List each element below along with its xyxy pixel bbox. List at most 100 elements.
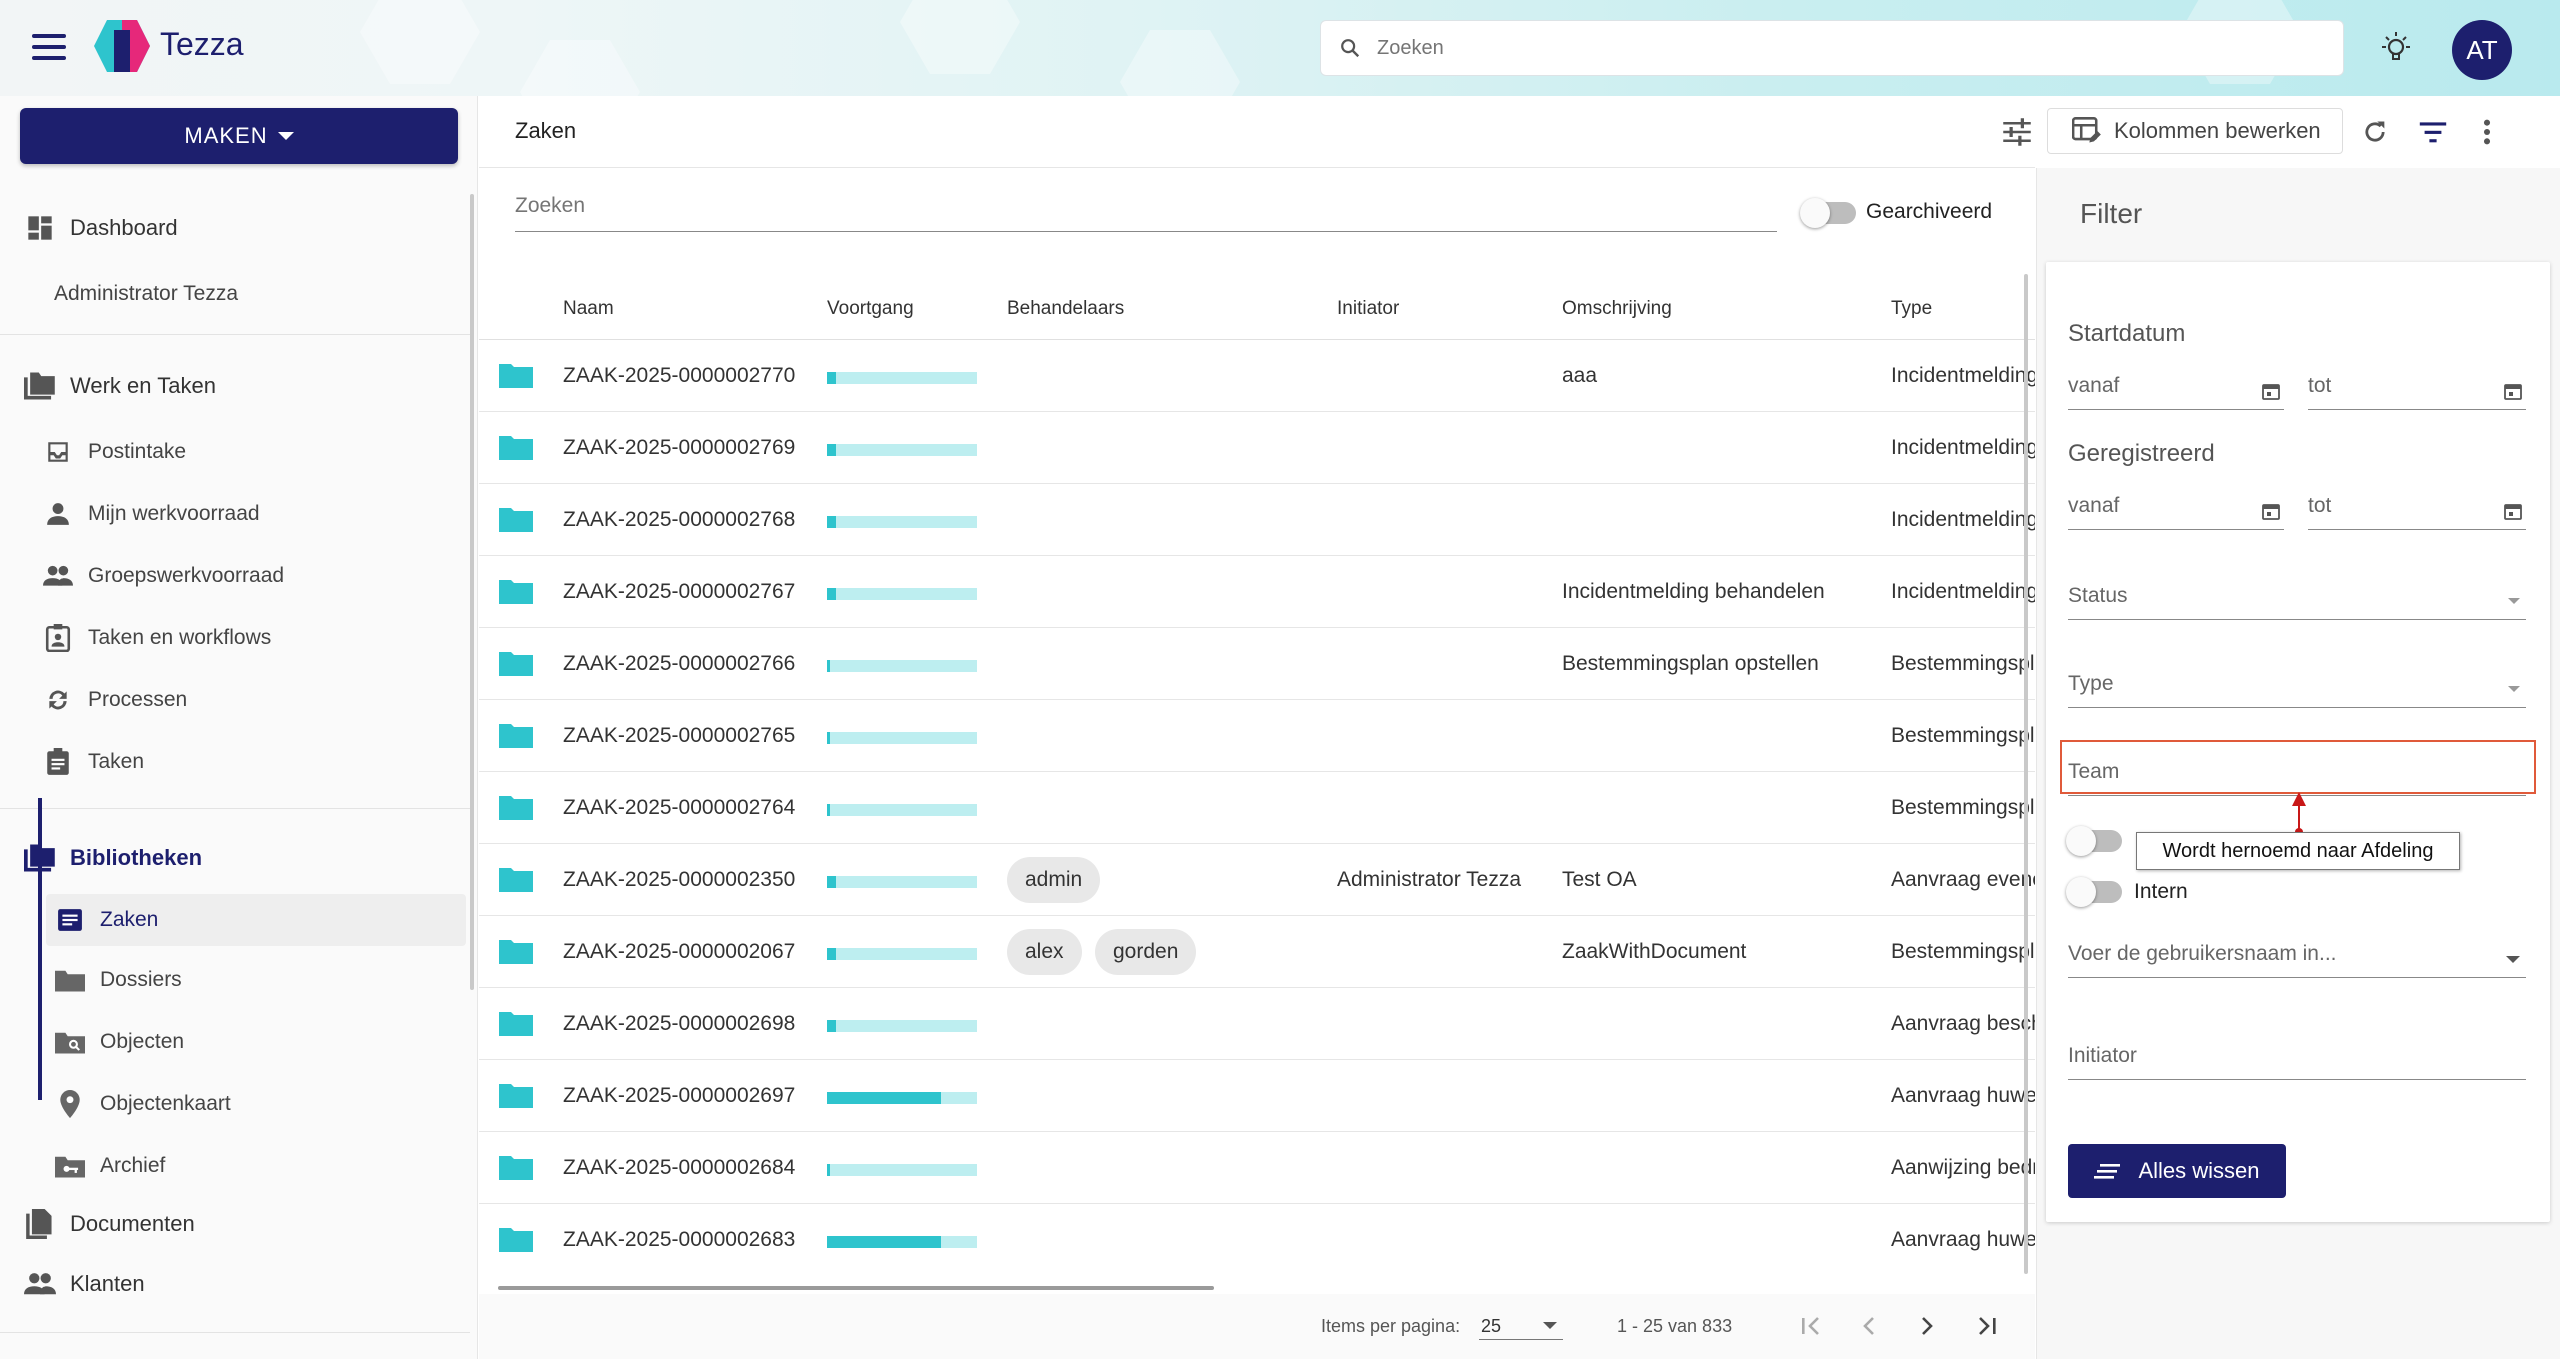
sidebar-item-mijn-werkvoorraad[interactable]: Mijn werkvoorraad	[42, 498, 260, 530]
calendar-icon[interactable]	[2504, 502, 2522, 520]
sidebar-item-postintake[interactable]: Postintake	[42, 436, 186, 468]
cell-naam[interactable]: ZAAK-2025-0000002766	[563, 652, 795, 676]
cell-naam[interactable]: ZAAK-2025-0000002770	[563, 364, 795, 388]
items-per-page-select[interactable]: 25	[1479, 1310, 1563, 1340]
global-search-input[interactable]	[1377, 36, 2277, 60]
cell-naam[interactable]: ZAAK-2025-0000002067	[563, 940, 795, 964]
progress-bar	[827, 444, 977, 456]
cell-naam[interactable]: ZAAK-2025-0000002698	[563, 1012, 795, 1036]
column-header-type[interactable]: Type	[1891, 298, 1932, 320]
cell-naam[interactable]: ZAAK-2025-0000002683	[563, 1228, 795, 1252]
initiator-field[interactable]: Initiator	[2068, 1040, 2526, 1080]
table-row[interactable]: ZAAK-2025-0000002764 Bestemmingsplan	[479, 772, 2035, 844]
sidebar-scrollbar[interactable]	[470, 194, 474, 990]
sidebar-item-taken-en-workflows[interactable]: Taken en workflows	[42, 622, 271, 654]
table-vertical-scrollbar[interactable]	[2024, 274, 2028, 1274]
table-row[interactable]: ZAAK-2025-0000002684 Aanwijzing bedrijf	[479, 1132, 2035, 1204]
sidebar-item-zaken[interactable]: Zaken	[46, 894, 466, 946]
hidden-toggle[interactable]	[2066, 826, 2122, 856]
more-button[interactable]	[2469, 114, 2505, 150]
table-horizontal-scrollbar[interactable]	[498, 1286, 1214, 1290]
behandelaar-chip[interactable]: admin	[1007, 857, 1101, 903]
behandelaar-chip[interactable]: alex	[1007, 929, 1082, 975]
table-row[interactable]: ZAAK-2025-0000002697 Aanvraag huwelijk	[479, 1060, 2035, 1132]
progress-fill	[827, 1020, 836, 1032]
zaken-search[interactable]	[515, 190, 1777, 232]
folder-icon	[499, 940, 533, 964]
chevron-left-icon	[1863, 1317, 1874, 1335]
previous-page-button[interactable]	[1851, 1308, 1887, 1344]
table-row[interactable]: ZAAK-2025-0000002770 aaa Incidentmelding	[479, 340, 2035, 412]
next-page-button[interactable]	[1909, 1308, 1945, 1344]
chevron-down-icon	[2508, 686, 2520, 692]
last-page-button[interactable]	[1969, 1308, 2005, 1344]
geregistreerd-vanaf-field[interactable]: vanaf	[2068, 490, 2284, 530]
zaken-search-input[interactable]	[515, 190, 1777, 218]
sidebar-item-klanten[interactable]: Klanten	[24, 1268, 145, 1300]
type-select[interactable]: Type	[2068, 668, 2526, 708]
first-page-button[interactable]	[1793, 1308, 1829, 1344]
tune-button[interactable]	[1999, 114, 2035, 150]
cell-naam[interactable]: ZAAK-2025-0000002350	[563, 868, 795, 892]
alles-wissen-button[interactable]: Alles wissen	[2068, 1144, 2286, 1198]
table-row[interactable]: ZAAK-2025-0000002769 Incidentmelding	[479, 412, 2035, 484]
cell-naam[interactable]: ZAAK-2025-0000002765	[563, 724, 795, 748]
table-row[interactable]: ZAAK-2025-0000002350 admin Administrator T…	[479, 844, 2035, 916]
lightbulb-icon[interactable]	[2378, 30, 2414, 66]
maken-button[interactable]: MAKEN	[20, 108, 458, 164]
geregistreerd-tot-field[interactable]: tot	[2308, 490, 2526, 530]
calendar-icon[interactable]	[2262, 502, 2280, 520]
column-header-omschrijving[interactable]: Omschrijving	[1562, 298, 1672, 320]
cell-naam[interactable]: ZAAK-2025-0000002767	[563, 580, 795, 604]
table-row[interactable]: ZAAK-2025-0000002765 Bestemmingsplan	[479, 700, 2035, 772]
progress-bar	[827, 1092, 977, 1104]
status-select[interactable]: Status	[2068, 580, 2526, 620]
calendar-icon[interactable]	[2262, 382, 2280, 400]
cell-naam[interactable]: ZAAK-2025-0000002684	[563, 1156, 795, 1180]
sidebar-item-werk-en-taken[interactable]: Werk en Taken	[24, 370, 216, 402]
sidebar-item-dashboard[interactable]: Dashboard	[24, 212, 178, 244]
avatar[interactable]: AT	[2452, 20, 2512, 80]
sidebar-item-documenten[interactable]: Documenten	[24, 1208, 195, 1240]
sidebar-item-objectenkaart[interactable]: Objectenkaart	[54, 1088, 231, 1120]
divider	[0, 808, 470, 809]
sidebar-item-processen[interactable]: Processen	[42, 684, 187, 716]
table-row[interactable]: ZAAK-2025-0000002766 Bestemmingsplan opst…	[479, 628, 2035, 700]
cell-naam[interactable]: ZAAK-2025-0000002768	[563, 508, 795, 532]
gebruikersnaam-select[interactable]: Voer de gebruikersnaam in...	[2068, 938, 2526, 978]
sidebar-item-objecten[interactable]: Objecten	[54, 1026, 184, 1058]
filter-toggle-button[interactable]	[2415, 114, 2451, 150]
sidebar-item-bibliotheken[interactable]: Bibliotheken	[24, 842, 202, 874]
column-header-behandelaars[interactable]: Behandelaars	[1007, 298, 1124, 320]
cell-naam[interactable]: ZAAK-2025-0000002769	[563, 436, 795, 460]
table-row[interactable]: ZAAK-2025-0000002067 alex gorden ZaakWithDo…	[479, 916, 2035, 988]
progress-fill	[827, 804, 830, 816]
sidebar-item-taken[interactable]: Taken	[42, 746, 144, 778]
startdatum-vanaf-field[interactable]: vanaf	[2068, 370, 2284, 410]
sidebar-item-archief[interactable]: Archief	[54, 1150, 165, 1182]
behandelaar-chip[interactable]: gorden	[1095, 929, 1197, 975]
sidebar-item-label: Mijn werkvoorraad	[88, 502, 260, 525]
intern-toggle[interactable]	[2066, 877, 2122, 907]
column-header-naam[interactable]: Naam	[563, 298, 614, 320]
cell-naam[interactable]: ZAAK-2025-0000002764	[563, 796, 795, 820]
startdatum-tot-field[interactable]: tot	[2308, 370, 2526, 410]
table-row[interactable]: ZAAK-2025-0000002698 Aanvraag beschikking	[479, 988, 2035, 1060]
menu-icon[interactable]	[32, 34, 66, 62]
gearchiveerd-toggle[interactable]	[1800, 198, 1856, 228]
sidebar-item-groepswerkvoorraad[interactable]: Groepswerkvoorraad	[42, 560, 284, 592]
column-header-voortgang[interactable]: Voortgang	[827, 298, 914, 320]
items-per-page-label: Items per pagina:	[1321, 1316, 1461, 1336]
calendar-icon[interactable]	[2504, 382, 2522, 400]
kolommen-bewerken-button[interactable]: Kolommen bewerken	[2047, 108, 2343, 154]
sidebar-item-user[interactable]: Administrator Tezza	[54, 282, 238, 306]
refresh-button[interactable]	[2357, 114, 2393, 150]
column-header-initiator[interactable]: Initiator	[1337, 298, 1399, 320]
cell-naam[interactable]: ZAAK-2025-0000002697	[563, 1084, 795, 1108]
table-row[interactable]: ZAAK-2025-0000002767 Incidentmelding beha…	[479, 556, 2035, 628]
table-row[interactable]: ZAAK-2025-0000002683 Aanvraag huwelijk	[479, 1204, 2035, 1274]
global-search[interactable]	[1320, 20, 2344, 76]
table-row[interactable]: ZAAK-2025-0000002768 Incidentmelding	[479, 484, 2035, 556]
folder-search-icon	[54, 1026, 86, 1058]
sidebar-item-dossiers[interactable]: Dossiers	[54, 964, 182, 996]
